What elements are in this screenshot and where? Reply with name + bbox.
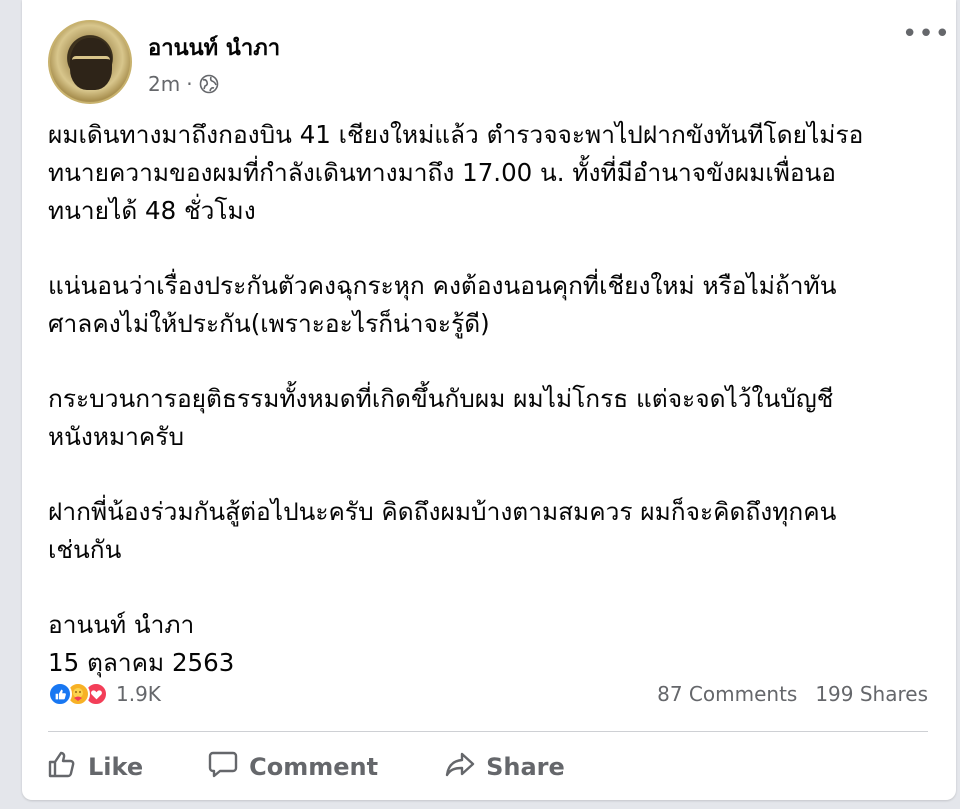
post-paragraph: กระบวนการอยุติธรรมทั้งหมดที่เกิดขึ้นกับผ… [48, 380, 938, 456]
share-arrow-icon [444, 748, 476, 786]
post-line: หนังหมาครับ [48, 422, 185, 451]
meta-separator: · [186, 72, 193, 96]
shares-count[interactable]: 199 Shares [815, 682, 928, 706]
share-label: Share [486, 753, 565, 781]
author-name[interactable]: อานนท์ นำภา [148, 30, 280, 65]
post-paragraph: ผมเดินทางมาถึงกองบิน 41 เชียงใหม่แล้ว ตำ… [48, 116, 938, 230]
post-line: อานนท์ นำภา [48, 610, 195, 639]
comment-button[interactable]: Comment [207, 748, 378, 786]
comments-count[interactable]: 87 Comments [657, 682, 797, 706]
post-line: ทนายได้ 48 ชั่วโมง [48, 196, 256, 225]
thumbs-up-icon [46, 748, 78, 786]
engagement-counts: 87 Comments 199 Shares [657, 682, 928, 706]
post-actions: Like Comment Share [42, 745, 922, 789]
post-meta: 2m · [148, 72, 219, 96]
reaction-count: 1.9K [116, 682, 161, 706]
comment-label: Comment [249, 753, 379, 781]
post-line: แน่นอนว่าเรื่องประกันตัวคงฉุกระหุก คงต้อ… [48, 271, 837, 300]
like-reaction-icon [48, 682, 72, 706]
reactions-summary[interactable]: 1.9K [48, 682, 161, 706]
more-options-icon[interactable]: ••• [902, 21, 950, 48]
comment-bubble-icon [207, 748, 239, 786]
post-stats: 1.9K 87 Comments 199 Shares [48, 682, 928, 714]
post-line: 15 ตุลาคม 2563 [48, 648, 235, 677]
post-paragraph: ฝากพี่น้องร่วมกันสู้ต่อไปนะครับ คิดถึงผม… [48, 493, 938, 569]
post-paragraph: อานนท์ นำภา 15 ตุลาคม 2563 [48, 606, 938, 682]
avatar-glasses [72, 56, 110, 66]
actions-divider [48, 731, 928, 732]
post-line: ฝากพี่น้องร่วมกันสู้ต่อไปนะครับ คิดถึงผม… [48, 497, 837, 526]
post-card: อานนท์ นำภา 2m · ••• ผมเดินทางมาถึงกองบิ… [22, 0, 956, 800]
like-button[interactable]: Like [46, 748, 143, 786]
globe-icon[interactable] [199, 74, 219, 94]
post-line: กระบวนการอยุติธรรมทั้งหมดที่เกิดขึ้นกับผ… [48, 384, 834, 413]
like-label: Like [88, 753, 144, 781]
post-paragraph: แน่นอนว่าเรื่องประกันตัวคงฉุกระหุก คงต้อ… [48, 267, 938, 343]
share-button[interactable]: Share [444, 748, 565, 786]
post-body: ผมเดินทางมาถึงกองบิน 41 เชียงใหม่แล้ว ตำ… [48, 116, 938, 682]
post-time[interactable]: 2m [148, 72, 180, 96]
post-line: ผมเดินทางมาถึงกองบิน 41 เชียงใหม่แล้ว ตำ… [48, 120, 864, 149]
post-line: ทนายความของผมที่กำลังเดินทางมาถึง 17.00 … [48, 158, 837, 187]
author-avatar[interactable] [48, 20, 132, 104]
post-line: ศาลคงไม่ให้ประกัน(เพราะอะไรก็น่าจะรู้ดี) [48, 309, 490, 338]
post-line: เช่นกัน [48, 535, 122, 564]
